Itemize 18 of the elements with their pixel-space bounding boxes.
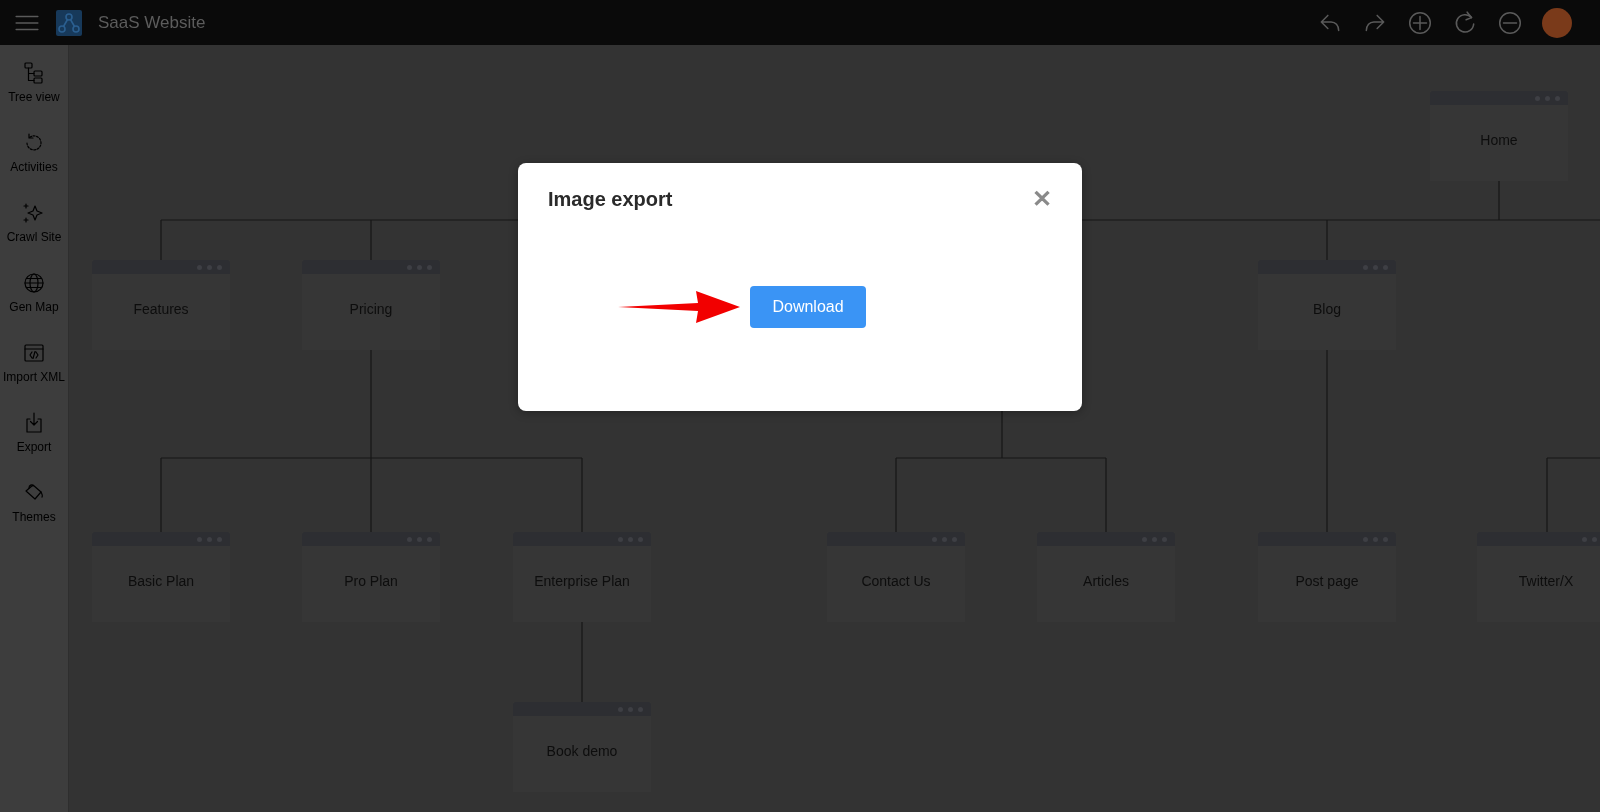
sidebar-item[interactable]: Gen Map <box>0 271 68 341</box>
sidebar-item[interactable]: Export <box>0 411 68 481</box>
tree-icon <box>22 61 46 85</box>
sidebar-item[interactable]: Activities <box>0 131 68 201</box>
close-button[interactable]: ✕ <box>1032 187 1052 211</box>
sidebar-item[interactable]: Import XML <box>0 341 68 411</box>
zoom-in-icon[interactable] <box>1407 9 1433 36</box>
sidebar-item[interactable]: Tree view <box>0 61 68 131</box>
zoom-out-icon[interactable] <box>1497 9 1523 36</box>
sidebar-item[interactable]: Themes <box>0 481 68 551</box>
avatar[interactable] <box>1542 7 1572 38</box>
download-button[interactable]: Download <box>750 286 866 328</box>
app-title: SaaS Website <box>98 12 206 33</box>
globe-icon <box>22 271 46 295</box>
logo-icon <box>56 9 82 36</box>
code-icon <box>22 341 46 365</box>
dialog-title: Image export <box>548 187 673 211</box>
sidebar-item[interactable]: Crawl Site <box>0 201 68 271</box>
